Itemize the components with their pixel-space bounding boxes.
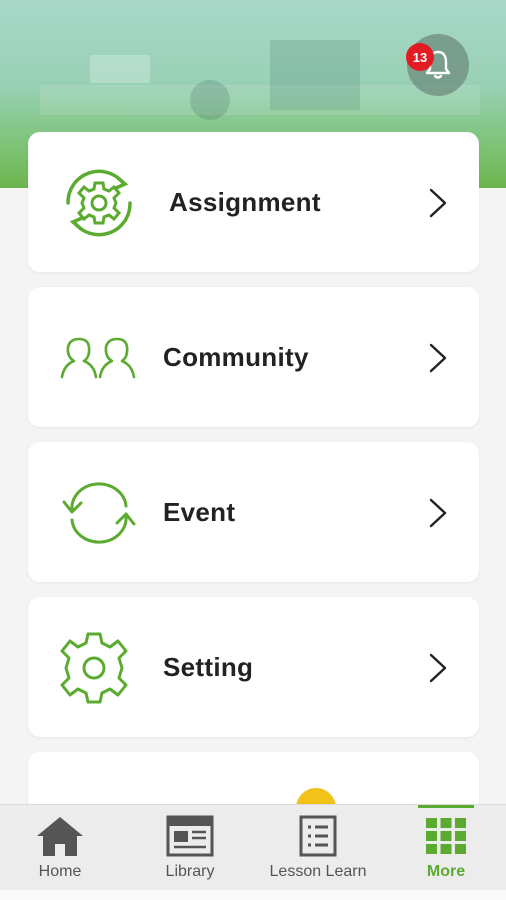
chevron-right-icon <box>429 498 447 528</box>
menu-item-setting[interactable]: Setting <box>28 597 479 737</box>
home-icon <box>35 813 85 859</box>
community-people-icon <box>54 313 144 403</box>
settings-gear-icon <box>54 623 144 713</box>
tab-label: Home <box>38 863 82 880</box>
menu-item-assignment[interactable]: Assignment <box>28 132 479 272</box>
header-photo-detail <box>190 80 230 120</box>
assignment-cycle-gear-icon <box>54 158 144 248</box>
header-photo-detail <box>270 40 360 110</box>
tab-label: Lesson Learn <box>269 863 367 880</box>
tab-label: Library <box>165 863 215 880</box>
chevron-right-icon <box>429 343 447 373</box>
tab-more[interactable]: More <box>408 805 484 891</box>
menu-item-community[interactable]: Community <box>28 287 479 427</box>
header-photo-detail <box>40 85 480 115</box>
chevron-right-icon <box>429 653 447 683</box>
tab-home[interactable]: Home <box>22 805 98 891</box>
menu-item-label: Event <box>163 496 236 527</box>
grid-icon <box>424 813 468 859</box>
menu-item-label: Community <box>163 341 309 372</box>
menu-item-partial[interactable] <box>28 752 479 828</box>
notification-badge: 13 <box>406 43 434 71</box>
tab-library[interactable]: Library <box>150 805 230 891</box>
bottom-strip <box>0 890 506 900</box>
bottom-tab-bar: Home Library Lesson Learn More <box>0 804 506 890</box>
library-icon <box>165 813 215 859</box>
tab-label: More <box>426 863 466 880</box>
lesson-list-icon <box>298 813 338 859</box>
header-photo-detail <box>90 55 150 83</box>
chevron-right-icon <box>429 188 447 218</box>
menu-item-label: Assignment <box>169 186 321 217</box>
event-refresh-icon <box>54 468 144 558</box>
tab-lesson-learn[interactable]: Lesson Learn <box>262 805 374 891</box>
menu-item-label: Setting <box>163 651 254 682</box>
menu-item-event[interactable]: Event <box>28 442 479 582</box>
